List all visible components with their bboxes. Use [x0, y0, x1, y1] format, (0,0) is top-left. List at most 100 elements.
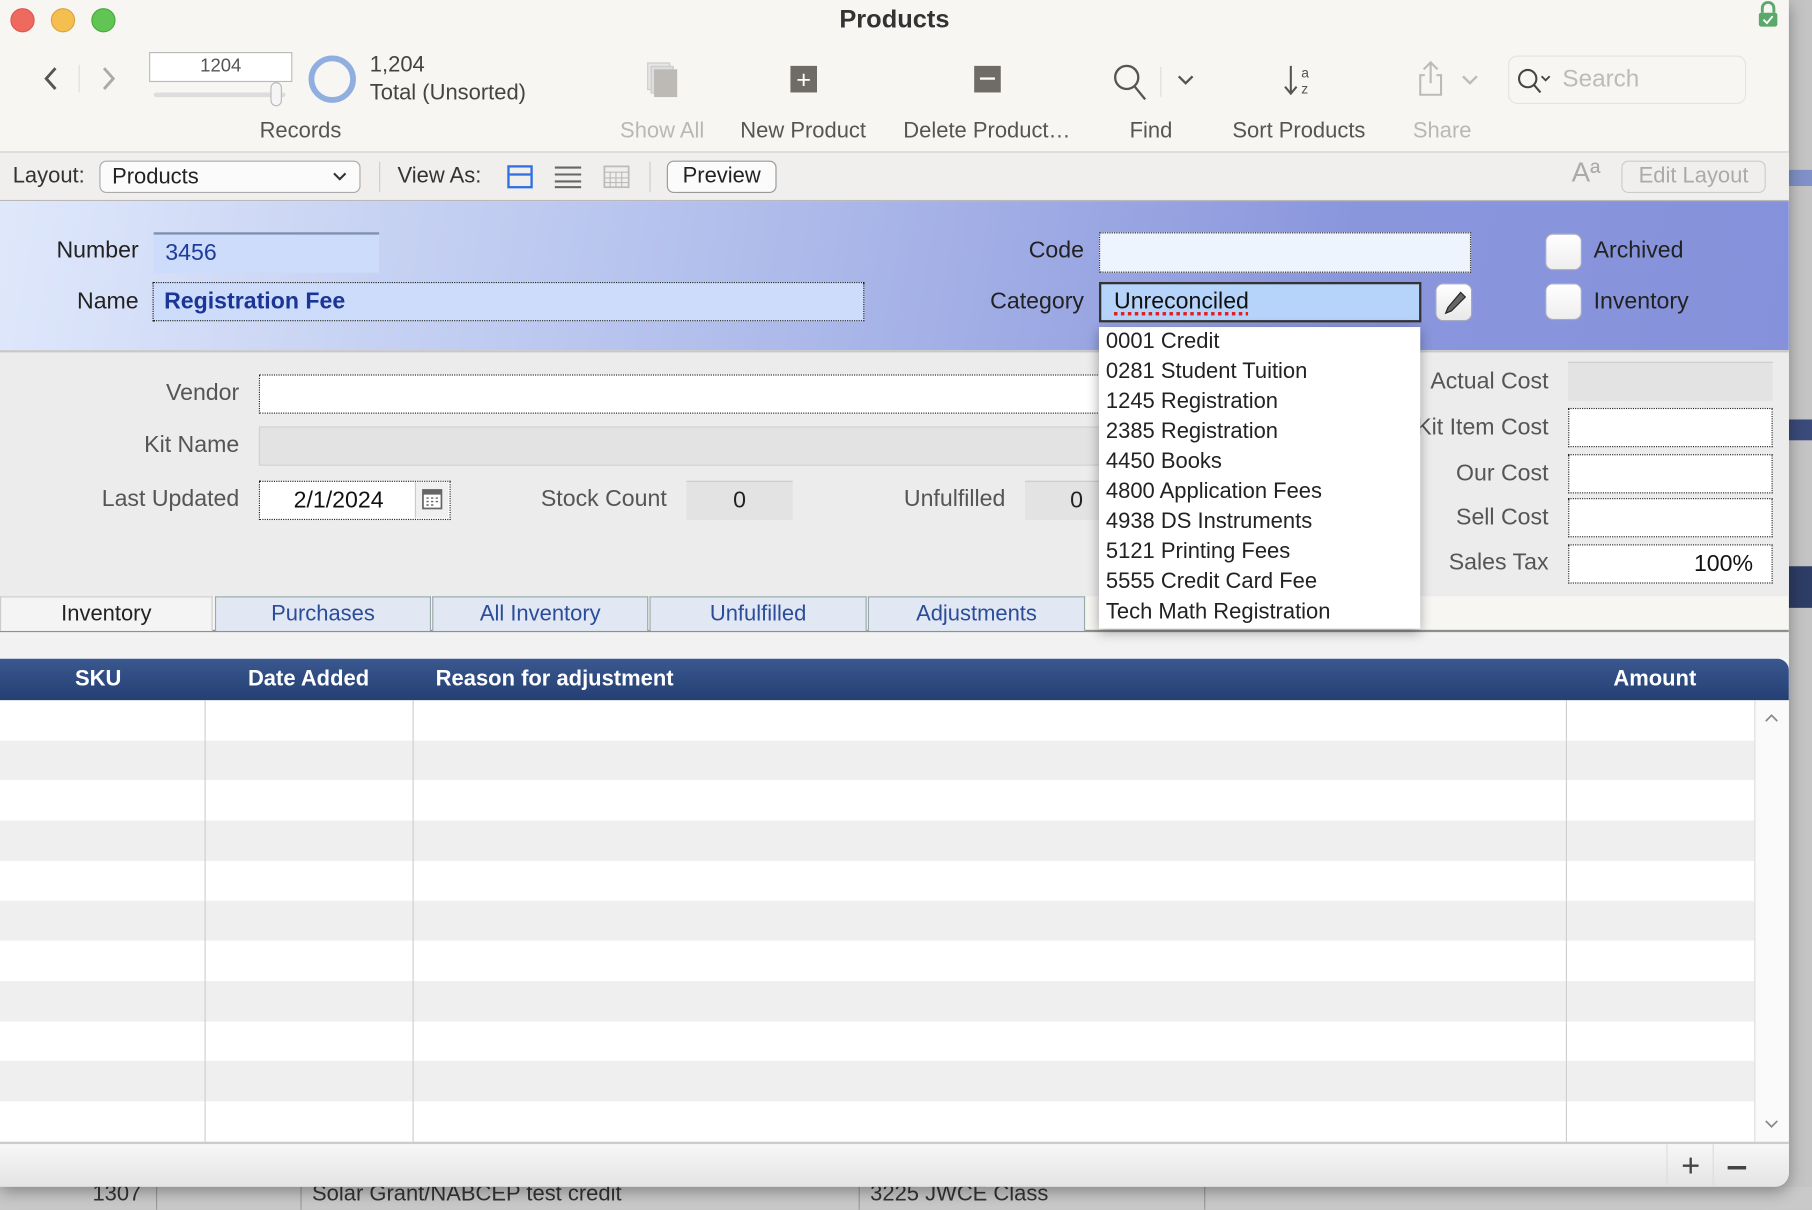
pencil-icon — [1444, 291, 1467, 315]
show-all-icon[interactable] — [645, 62, 682, 99]
scroll-up-icon[interactable] — [1763, 712, 1779, 724]
scrollbar[interactable] — [1754, 700, 1789, 1142]
layout-label: Layout: — [12, 164, 85, 189]
delete-row-button[interactable] — [1715, 1146, 1759, 1185]
table-row[interactable] — [0, 820, 1755, 861]
delete-product-button[interactable]: Delete Product… — [903, 119, 1070, 144]
layout-select[interactable]: Products — [99, 160, 361, 193]
window-title: Products — [839, 4, 950, 34]
table-row[interactable] — [0, 740, 1755, 781]
sort-icon[interactable]: az — [1283, 62, 1318, 99]
table-view-icon[interactable] — [603, 165, 630, 189]
vendor-field[interactable] — [258, 374, 1138, 414]
category-option[interactable]: 5555 Credit Card Fee — [1099, 567, 1420, 597]
edit-layout-button[interactable]: Edit Layout — [1621, 160, 1766, 193]
archived-label: Archived — [1593, 238, 1684, 264]
show-all-button[interactable]: Show All — [620, 119, 704, 144]
magnifier-icon[interactable] — [1112, 62, 1149, 101]
column-header-sku[interactable]: SKU — [0, 659, 196, 701]
search-field[interactable]: Search — [1508, 55, 1747, 105]
category-option[interactable]: 4800 Application Fees — [1099, 477, 1420, 507]
last-updated-field[interactable]: 2/1/2024 — [258, 480, 451, 521]
category-option[interactable]: 0281 Student Tuition — [1099, 357, 1420, 387]
table-row[interactable] — [0, 780, 1755, 821]
chevron-down-icon[interactable] — [1461, 73, 1479, 87]
sell-cost-field[interactable] — [1568, 498, 1773, 538]
new-product-button[interactable]: New Product — [740, 119, 866, 144]
code-field[interactable] — [1098, 232, 1472, 273]
category-option[interactable]: 4938 DS Instruments — [1099, 507, 1420, 537]
layout-select-value: Products — [112, 165, 199, 190]
plus-icon[interactable]: + — [790, 65, 818, 93]
tab-purchases[interactable]: Purchases — [214, 596, 432, 631]
products-window: Products 1204 1,204 Total (Unsorted) Rec… — [0, 0, 1789, 1187]
table-row[interactable] — [0, 900, 1755, 941]
category-option[interactable]: 2385 Registration — [1099, 417, 1420, 447]
table-row[interactable] — [0, 1021, 1755, 1062]
inventory-checkbox[interactable] — [1545, 283, 1583, 321]
sort-products-button[interactable]: Sort Products — [1232, 119, 1365, 144]
table-row[interactable] — [0, 700, 1755, 741]
category-option[interactable]: 1245 Registration — [1099, 387, 1420, 417]
add-row-button[interactable]: + — [1669, 1146, 1713, 1185]
code-label: Code — [1028, 238, 1084, 264]
kit-name-field[interactable] — [258, 426, 1138, 466]
divider — [1666, 1144, 1668, 1187]
plus-icon: + — [1681, 1147, 1701, 1184]
calendar-button[interactable] — [414, 481, 449, 518]
tab-unfulfilled[interactable]: Unfulfilled — [649, 596, 867, 631]
vendor-label: Vendor — [165, 380, 240, 406]
column-divider — [1565, 700, 1568, 1142]
minus-icon[interactable] — [974, 65, 1001, 93]
search-placeholder: Search — [1562, 65, 1640, 93]
tab-adjustments[interactable]: Adjustments — [867, 596, 1086, 631]
share-button[interactable]: Share — [1413, 119, 1472, 144]
column-header-reason[interactable]: Reason for adjustment — [436, 659, 674, 701]
edit-value-list-button[interactable] — [1435, 283, 1473, 322]
next-record-icon[interactable] — [98, 65, 119, 93]
number-field[interactable]: 3456 — [153, 232, 380, 273]
preview-button[interactable]: Preview — [666, 160, 777, 193]
tab-panel — [0, 629, 1789, 659]
svg-text:a: a — [1301, 64, 1309, 80]
category-value: Unreconciled — [1114, 288, 1249, 315]
last-updated-label: Last Updated — [101, 486, 240, 512]
table-row[interactable] — [0, 860, 1755, 901]
category-option[interactable]: 4450 Books — [1099, 447, 1420, 477]
archived-checkbox[interactable] — [1545, 233, 1583, 271]
previous-record-icon[interactable] — [40, 65, 61, 93]
divider — [649, 161, 651, 192]
record-number-field[interactable]: 1204 — [149, 52, 293, 83]
record-slider[interactable] — [153, 92, 286, 98]
chevron-down-icon[interactable] — [1176, 73, 1194, 87]
column-header-date-added[interactable]: Date Added — [205, 659, 413, 701]
form-view-icon[interactable] — [507, 165, 533, 189]
table-row[interactable] — [0, 1061, 1755, 1102]
table-row[interactable] — [0, 940, 1755, 981]
list-view-icon[interactable] — [554, 165, 582, 189]
font-size-icon[interactable]: Aª — [1572, 157, 1601, 189]
find-button[interactable]: Find — [1130, 119, 1173, 144]
column-header-amount[interactable]: Amount — [1567, 659, 1743, 701]
our-cost-field[interactable] — [1568, 454, 1773, 494]
kit-item-cost-field[interactable] — [1568, 407, 1773, 448]
tab-all-inventory[interactable]: All Inventory — [432, 596, 649, 631]
tab-inventory[interactable]: Inventory — [0, 596, 213, 631]
svg-text:z: z — [1301, 81, 1308, 97]
stock-count-field[interactable]: 0 — [686, 480, 793, 521]
name-field[interactable]: Registration Fee — [152, 281, 865, 322]
table-row[interactable] — [0, 1101, 1755, 1142]
share-icon[interactable] — [1417, 60, 1445, 97]
found-set-pie-icon — [308, 55, 356, 103]
record-status: Total (Unsorted) — [369, 80, 527, 106]
category-option[interactable]: 0001 Credit — [1099, 327, 1420, 357]
sales-tax-field[interactable]: 100% — [1568, 544, 1773, 584]
header-band — [0, 201, 1789, 351]
scroll-down-icon[interactable] — [1763, 1119, 1779, 1131]
actual-cost-field[interactable] — [1568, 361, 1773, 401]
category-option[interactable]: Tech Math Registration — [1099, 597, 1420, 627]
record-slider-thumb[interactable] — [270, 82, 282, 107]
category-option[interactable]: 5121 Printing Fees — [1099, 537, 1420, 567]
table-row[interactable] — [0, 980, 1755, 1022]
category-field[interactable]: Unreconciled — [1098, 281, 1422, 323]
